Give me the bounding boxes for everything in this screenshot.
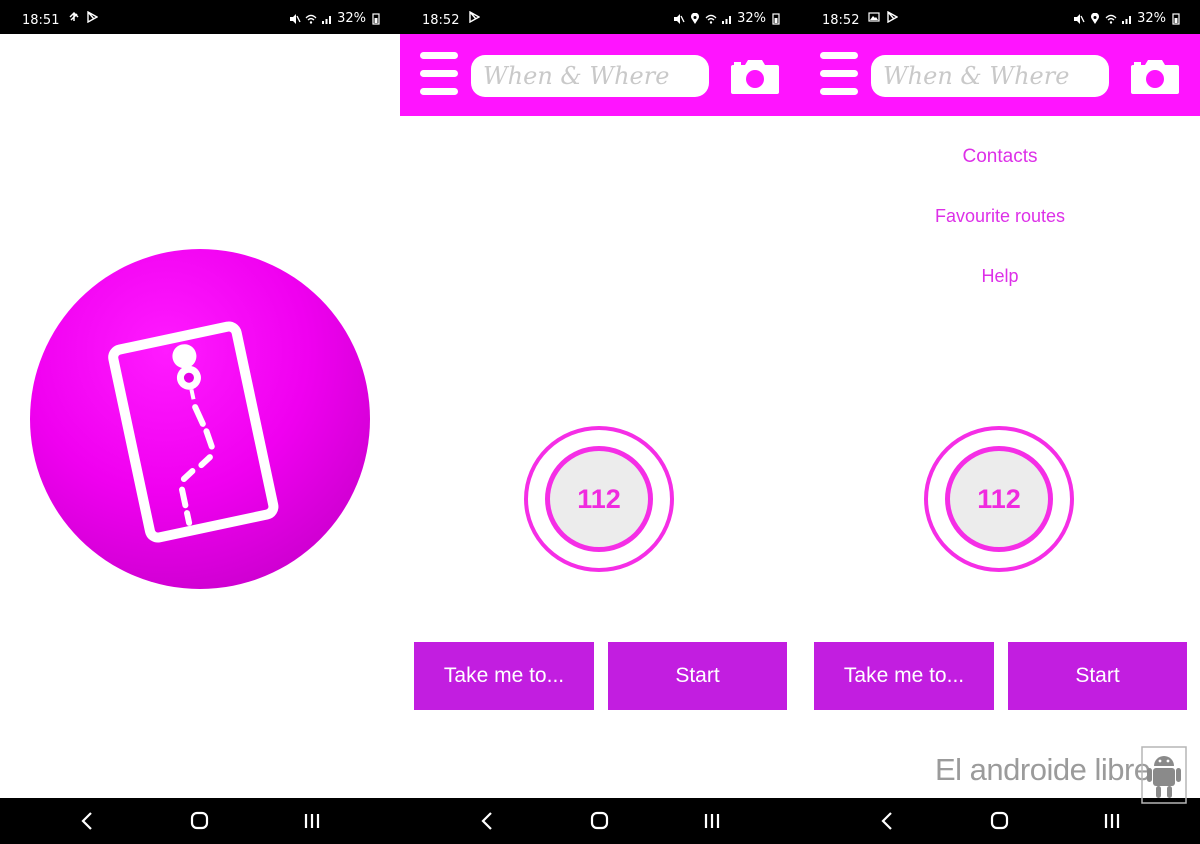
play-store-icon: [887, 11, 898, 23]
status-bar: 18:52 32%: [400, 0, 800, 34]
camera-icon[interactable]: [1129, 58, 1181, 96]
nav-bar: [400, 798, 800, 844]
watermark-text: El androide libre: [935, 752, 1151, 787]
location-icon: [1091, 12, 1100, 24]
status-time: 18:52: [422, 13, 460, 28]
wifi-icon: [305, 14, 317, 24]
battery-percent: 32%: [737, 11, 766, 26]
status-time: 18:51: [22, 13, 60, 28]
mute-icon: [290, 13, 301, 24]
sync-icon: [69, 11, 79, 21]
menu-screen: 18:52 32% Contacts Favourite routes Help: [800, 0, 1200, 844]
recents-icon[interactable]: [300, 810, 324, 832]
play-store-icon: [469, 11, 480, 23]
battery-icon: [372, 12, 380, 25]
map-route-icon: [108, 321, 279, 543]
mute-icon: [1074, 13, 1085, 24]
gallery-icon: [868, 12, 880, 22]
status-bar: 18:51 32%: [0, 0, 400, 34]
status-bar: 18:52 32%: [800, 0, 1200, 34]
location-icon: [691, 12, 700, 24]
take-me-to-button[interactable]: Take me to...: [814, 642, 994, 710]
search-box[interactable]: [471, 55, 709, 97]
search-box[interactable]: [871, 55, 1109, 97]
play-store-icon: [87, 11, 98, 23]
sos-number: 112: [545, 446, 653, 552]
wifi-icon: [705, 14, 717, 24]
nav-bar: [0, 798, 400, 844]
start-button[interactable]: Start: [608, 642, 787, 710]
sos-number: 112: [945, 446, 1053, 552]
main-screen: 18:52 32% 112 Take me to... Start: [400, 0, 800, 844]
signal-icon: [1122, 15, 1132, 24]
hamburger-menu-icon[interactable]: [420, 52, 458, 96]
status-time: 18:52: [822, 13, 860, 28]
app-bar: [400, 34, 800, 116]
search-input[interactable]: [471, 55, 709, 97]
recents-icon[interactable]: [700, 810, 724, 832]
hamburger-menu-icon[interactable]: [820, 52, 858, 96]
android-robot-icon: [1141, 746, 1187, 804]
home-icon[interactable]: [988, 810, 1012, 832]
wifi-icon: [1105, 14, 1117, 24]
battery-icon: [1172, 12, 1180, 25]
back-icon[interactable]: [876, 810, 900, 832]
home-icon[interactable]: [188, 810, 212, 832]
mute-icon: [674, 13, 685, 24]
signal-icon: [722, 15, 732, 24]
menu-item-favourite-routes[interactable]: Favourite routes: [800, 206, 1200, 227]
search-input[interactable]: [871, 55, 1109, 97]
app-bar: [800, 34, 1200, 116]
back-icon[interactable]: [476, 810, 500, 832]
splash-screen: 18:51 32%: [0, 0, 400, 844]
menu-item-contacts[interactable]: Contacts: [800, 146, 1200, 168]
camera-icon[interactable]: [729, 58, 781, 96]
back-icon[interactable]: [76, 810, 100, 832]
battery-percent: 32%: [1137, 11, 1166, 26]
home-icon[interactable]: [588, 810, 612, 832]
sos-112-button[interactable]: 112: [924, 426, 1076, 572]
start-button[interactable]: Start: [1008, 642, 1187, 710]
menu-item-help[interactable]: Help: [800, 266, 1200, 287]
nav-bar: [800, 798, 1200, 844]
battery-icon: [772, 12, 780, 25]
sos-112-button[interactable]: 112: [524, 426, 676, 572]
recents-icon[interactable]: [1100, 810, 1124, 832]
signal-icon: [322, 15, 332, 24]
battery-percent: 32%: [337, 11, 366, 26]
take-me-to-button[interactable]: Take me to...: [414, 642, 594, 710]
